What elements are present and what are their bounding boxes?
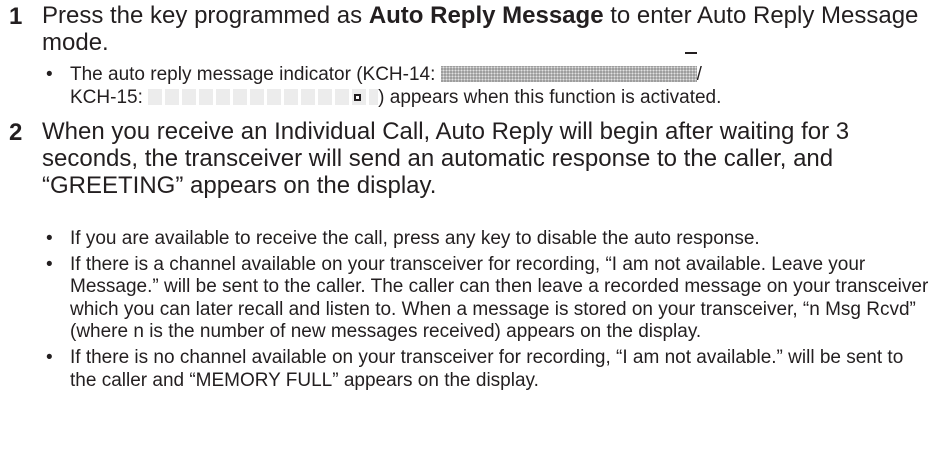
step-1-bullet: • The auto reply message indicator (KCH-… [42, 52, 932, 109]
step-1-text: Press the key programmed as Auto Reply M… [42, 2, 922, 56]
bullet-text: If you are available to receive the call… [70, 228, 760, 249]
bullet-1-part1: The auto reply message indicator (KCH-14… [70, 64, 441, 85]
step-2-bullet: • If there is no channel available on yo… [42, 347, 932, 392]
step-2-bullets: • If you are available to receive the ca… [42, 228, 932, 395]
bullet-text: If there is a channel available on your … [70, 253, 929, 343]
step-1-text-before: Press the key programmed as [42, 2, 369, 29]
bullet-dot: • [46, 346, 53, 368]
bullet-text: If there is no channel available on your… [70, 346, 904, 391]
kch14-lcd-indicator-icon [440, 52, 697, 82]
step-1-bullets: • The auto reply message indicator (KCH-… [42, 52, 932, 112]
bullet-1-slash: / [696, 64, 702, 85]
step-1-number: 1 [9, 3, 23, 30]
bullet-dot: • [46, 64, 53, 85]
bullet-dot: • [46, 253, 53, 275]
step-2-number: 2 [9, 119, 23, 146]
kch15-lcd-indicator-icon [148, 88, 379, 105]
bullet-dot: • [46, 228, 53, 249]
bullet-1-part2: KCH-15: [70, 86, 149, 108]
bullet-1-part3: ) appears when this function is activate… [378, 86, 722, 108]
step-2-bullet: • If you are available to receive the ca… [42, 228, 932, 251]
step-2-bullet: • If there is a channel available on you… [42, 254, 932, 344]
step-1-key-name: Auto Reply Message [368, 2, 604, 29]
step-2-text: When you receive an Individual Call, Aut… [42, 118, 850, 199]
